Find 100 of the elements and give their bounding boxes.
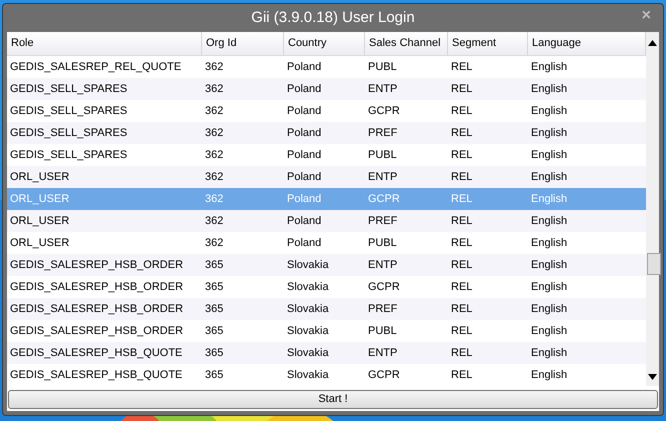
table-row[interactable]: GEDIS_SALESREP_HSB_QUOTE 365 Slovakia ENTP REL English [7,342,646,364]
table-cell-text: English [530,346,568,361]
table-cell-text: REL [450,302,474,317]
table-row[interactable]: GEDIS_SELL_SPARES 362 Poland ENTP REL English [7,78,646,100]
table-cell-text: English [530,258,568,273]
table-cell-text: English [530,324,568,339]
table-cell-text: Poland [286,82,322,97]
table-cell-text: REL [450,324,474,339]
table-cell-text: REL [450,82,474,97]
table-cell-text: ENTP [367,258,398,273]
table-cell-text: Poland [286,126,322,141]
table-cell-text: REL [450,346,474,361]
table-cell-text: English [530,368,568,383]
table-cell-text: English [530,280,568,295]
table-cell-text: GEDIS_SELL_SPARES [9,126,128,141]
table-cell-text: REL [450,192,474,207]
table-cell-text: PREF [367,302,398,317]
table-cell-text: REL [450,214,474,229]
table-cell-text: English [530,60,568,75]
column-header[interactable]: Segment [448,32,528,55]
table-cell-text: English [530,170,568,185]
table-cell-text: PUBL [367,148,398,163]
table-cell-text: English [530,236,568,251]
table-cell-text: GEDIS_SELL_SPARES [9,104,128,119]
table-cell-text: 362 [204,170,224,185]
table-cell-text: ORL_USER [9,170,70,185]
table-cell-text: GCPR [367,280,401,295]
table-cell-text: GEDIS_SELL_SPARES [9,148,128,163]
table-cell-text: GCPR [367,104,401,119]
table-cell-text: 365 [204,280,224,295]
column-header[interactable]: Role [7,32,202,55]
table-cell-text: Slovakia [286,368,330,383]
table-cell-text: Poland [286,148,322,163]
scrollbar[interactable] [646,32,659,386]
table-cell-text: Poland [286,170,322,185]
table-cell-text: Slovakia [286,258,330,273]
column-header[interactable]: Sales Channel [365,32,448,55]
table-cell-text: 365 [204,346,224,361]
column-header[interactable]: Org Id [202,32,284,55]
table-cell-text: Poland [286,236,322,251]
table-cell-text: REL [450,104,474,119]
table-cell-text: 362 [204,214,224,229]
table-cell-text: English [530,148,568,163]
table-cell-text: English [530,192,568,207]
scroll-up-icon[interactable] [648,40,657,46]
table-row[interactable]: GEDIS_SALESREP_HSB_ORDER 365 Slovakia PREF REL English [7,298,646,320]
table-cell-text: 365 [204,302,224,317]
table-cell-text: GCPR [367,368,401,383]
table-cell-text: ENTP [367,346,398,361]
table-cell-text: PUBL [367,236,398,251]
table-cell-text: English [530,302,568,317]
table-cell-text: English [530,104,568,119]
table-cell-text: GEDIS_SALESREP_HSB_ORDER [9,302,184,317]
table-cell-text: English [530,126,568,141]
table-cell-text: 362 [204,148,224,163]
table-cell-text: 365 [204,324,224,339]
start-button[interactable]: Start ! [8,390,658,409]
table-cell-text: PREF [367,126,398,141]
table-cell-text: PUBL [367,60,398,75]
scroll-thumb[interactable] [647,253,661,275]
table-cell-text: GEDIS_SALESREP_HSB_ORDER [9,280,184,295]
table-cell-text: REL [450,60,474,75]
table-cell-text: REL [450,148,474,163]
table-cell-text: REL [450,236,474,251]
table-cell-text: Poland [286,192,322,207]
table-cell-text: GEDIS_SALESREP_HSB_QUOTE [9,346,184,361]
table-cell-text: GCPR [367,192,401,207]
table-row[interactable]: GEDIS_SELL_SPARES 362 Poland PREF REL English [7,122,646,144]
scroll-down-icon[interactable] [648,374,657,380]
table-cell-text: ENTP [367,82,398,97]
table-cell-text: 362 [204,126,224,141]
table-cell-text: ENTP [367,170,398,185]
table-cell-text: 362 [204,60,224,75]
table-cell-text: REL [450,368,474,383]
table-row[interactable]: ORL_USER 362 Poland PREF REL English [7,210,646,232]
table-cell-text: Slovakia [286,302,330,317]
table-cell-text: Poland [286,214,322,229]
table-cell-text: GEDIS_SALESREP_REL_QUOTE [9,60,182,75]
table-cell-text: 362 [204,236,224,251]
table-cell-text: 365 [204,258,224,273]
table-cell-text: PREF [367,214,398,229]
table-cell-text: 365 [204,368,224,383]
table-cell-text: ORL_USER [9,192,70,207]
table-row[interactable]: ORL_USER 362 Poland ENTP REL English [7,166,646,188]
table-cell-text: Slovakia [286,324,330,339]
window-title: Gii (3.9.0.18) User Login [251,8,415,28]
table-cell-text: English [530,82,568,97]
table-cell-text: REL [450,280,474,295]
table-cell-text: GEDIS_SALESREP_HSB_ORDER [9,324,184,339]
table-cell-text: 362 [204,82,224,97]
table-row[interactable]: GEDIS_SALESREP_HSB_ORDER 365 Slovakia ENTP REL English [7,254,646,276]
table-cell-text: ORL_USER [9,214,70,229]
table-cell-text: PUBL [367,324,398,339]
table-cell-text: GEDIS_SALESREP_HSB_ORDER [9,258,184,273]
table-cell-text: 362 [204,104,224,119]
table-cell-text: GEDIS_SELL_SPARES [9,82,128,97]
column-header[interactable]: Country [284,32,365,55]
table-cell-text: Slovakia [286,280,330,295]
table-cell-text: 362 [204,192,224,207]
table-cell-text: GEDIS_SALESREP_HSB_QUOTE [9,368,184,383]
